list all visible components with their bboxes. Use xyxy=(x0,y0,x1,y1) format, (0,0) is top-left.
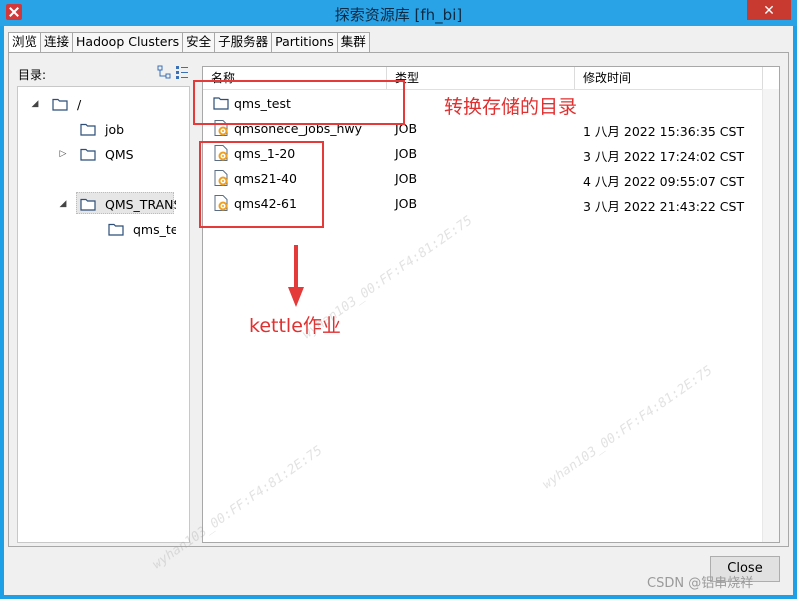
file-type: JOB xyxy=(395,171,418,186)
tab-strip: 浏览 连接 Hadoop Clusters 安全 子服务器 Partitions… xyxy=(8,32,370,53)
tree-toolbar xyxy=(157,64,193,80)
window-title: 探索资源库 [fh_bi] xyxy=(334,6,463,24)
tab-slave-servers[interactable]: 子服务器 xyxy=(214,32,273,52)
collapse-arrow-icon[interactable]: ◢ xyxy=(30,99,40,109)
expand-arrow-icon[interactable]: ▷ xyxy=(58,149,68,159)
tree-node-label: / xyxy=(77,97,82,112)
tab-partitions[interactable]: Partitions xyxy=(271,32,338,52)
collapse-arrow-icon[interactable]: ◢ xyxy=(58,199,68,209)
tree-view-icon[interactable] xyxy=(157,65,171,79)
tree-node-qms-trans-label[interactable]: ◢ QMS_TRANS xyxy=(18,193,176,215)
folder-icon xyxy=(108,223,124,236)
csdn-watermark: CSDN @铝串烧祥 xyxy=(647,576,754,591)
file-modified: 3 八月 2022 17:24:02 CST xyxy=(583,149,745,164)
folder-icon xyxy=(80,198,96,211)
annotation-arrow-icon xyxy=(288,245,304,307)
tree-node-root[interactable]: ◢ / xyxy=(18,93,188,115)
annotation-box-jobs xyxy=(199,141,324,228)
tree-node-label: job xyxy=(105,122,125,137)
column-header-type[interactable]: 类型 xyxy=(387,67,575,89)
tree-node-job[interactable]: job xyxy=(18,118,188,140)
file-modified: 4 八月 2022 09:55:07 CST xyxy=(583,174,745,189)
file-type: JOB xyxy=(395,196,418,211)
window-close-button[interactable]: ✕ xyxy=(747,0,791,20)
folder-icon xyxy=(80,148,96,161)
folder-icon xyxy=(80,123,96,136)
directory-label: 目录: xyxy=(18,68,47,82)
annotation-box-folder xyxy=(193,80,405,125)
folder-icon xyxy=(52,98,68,111)
annotation-folder-note: 转换存储的目录 xyxy=(444,96,578,118)
explorer-window: 探索资源库 [fh_bi] ✕ 浏览 连接 Hadoop Clusters 安全… xyxy=(0,0,797,599)
directory-tree[interactable]: ◢ / job ▷ QMS ◢ QMS_TRANS qms_te xyxy=(17,86,190,543)
tree-node-qms[interactable]: ▷ QMS xyxy=(18,143,188,165)
tab-security[interactable]: 安全 xyxy=(182,32,216,52)
title-bar[interactable]: 探索资源库 [fh_bi] ✕ xyxy=(0,0,797,26)
file-modified: 3 八月 2022 21:43:22 CST xyxy=(583,199,745,214)
tab-hadoop-clusters[interactable]: Hadoop Clusters xyxy=(72,32,184,52)
tree-node-label: QMS_TRANS xyxy=(105,197,176,212)
list-view-icon[interactable] xyxy=(175,65,189,79)
tree-node-label: QMS xyxy=(105,147,134,162)
vertical-scrollbar[interactable] xyxy=(762,89,779,542)
file-modified: 1 八月 2022 15:36:35 CST xyxy=(583,124,745,139)
tab-clusters[interactable]: 集群 xyxy=(336,32,370,52)
file-type: JOB xyxy=(395,146,418,161)
tab-browse[interactable]: 浏览 xyxy=(8,32,42,53)
tree-node-label: qms_te xyxy=(133,222,176,237)
column-header-modified[interactable]: 修改时间 xyxy=(575,67,763,89)
tab-connections[interactable]: 连接 xyxy=(40,32,74,52)
tree-node-qms-te[interactable]: qms_te xyxy=(18,218,176,240)
